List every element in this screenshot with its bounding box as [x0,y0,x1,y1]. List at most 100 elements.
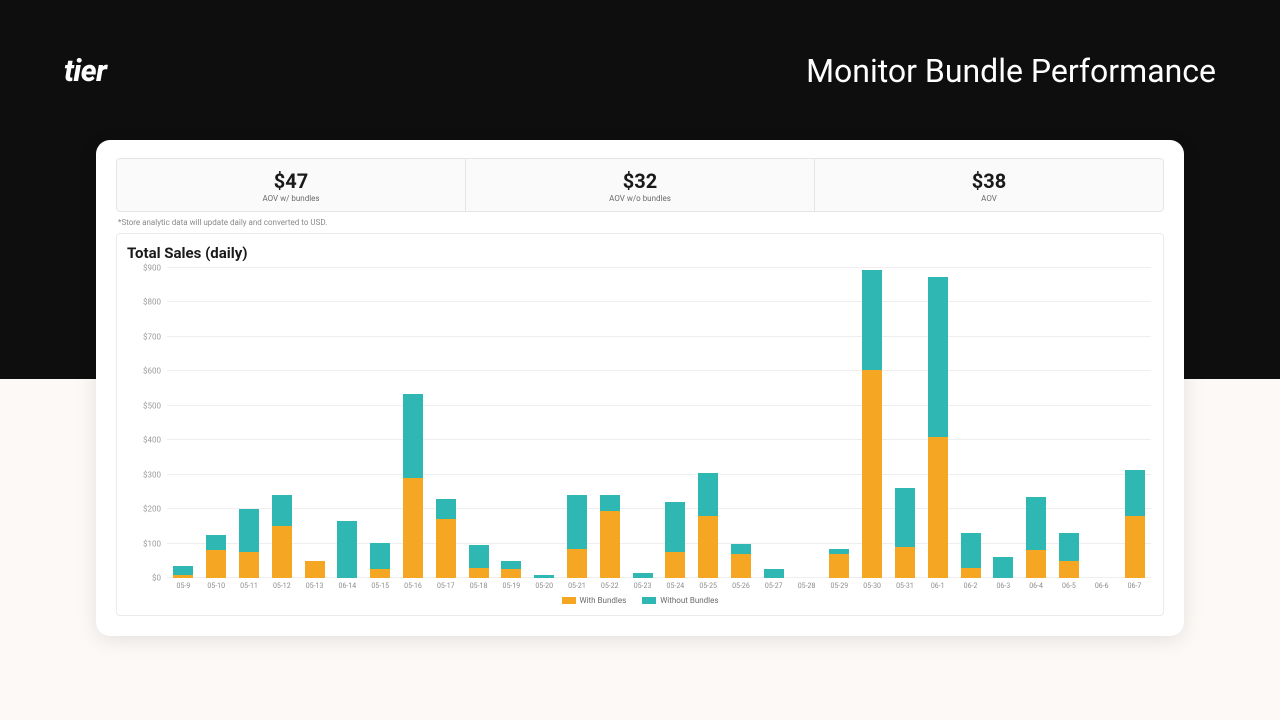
bar-segment-without-bundles [272,495,292,526]
bar-stack [993,557,1013,578]
bar-segment-with-bundles [895,547,915,578]
x-axis-labels: 05-905-1005-1105-1205-1306-1405-1505-160… [167,582,1151,590]
y-tick-label: $800 [143,298,167,307]
bar-slot [462,268,495,578]
bar-segment-with-bundles [501,569,521,578]
bar-slot [397,268,430,578]
bar-segment-without-bundles [370,543,390,570]
x-tick-label: 05-23 [626,582,659,590]
bar-stack [206,535,226,578]
x-tick-label: 06-6 [1085,582,1118,590]
x-tick-label: 05-15 [364,582,397,590]
bar-slot [856,268,889,578]
bar-stack [928,277,948,578]
y-tick-label: $0 [152,574,167,583]
bar-slot [692,268,725,578]
bar-segment-with-bundles [239,552,259,578]
x-tick-label: 05-20 [528,582,561,590]
metrics-row: $47 AOV w/ bundles $32 AOV w/o bundles $… [116,158,1164,212]
bar-slot [757,268,790,578]
x-tick-label: 06-2 [954,582,987,590]
bar-stack [403,394,423,578]
chart-title: Total Sales (daily) [127,244,1157,262]
bar-segment-without-bundles [731,544,751,554]
metric-value: $38 [821,169,1157,193]
legend-item-with-bundles: With Bundles [562,596,627,605]
bar-slot [725,268,758,578]
bar-stack [173,566,193,578]
x-tick-label: 05-30 [856,582,889,590]
bar-segment-with-bundles [698,516,718,578]
bar-segment-without-bundles [764,569,784,578]
bar-slot [1020,268,1053,578]
bar-slot [659,268,692,578]
bar-slot [921,268,954,578]
x-tick-label: 05-21 [561,582,594,590]
header-row: tier Monitor Bundle Performance [64,52,1216,90]
x-tick-label: 05-22 [593,582,626,590]
bar-segment-without-bundles [928,277,948,437]
y-tick-label: $300 [143,470,167,479]
bar-slot [265,268,298,578]
x-tick-label: 05-19 [495,582,528,590]
x-tick-label: 05-17 [429,582,462,590]
chart-plot: $0$100$200$300$400$500$600$700$800$900 [167,268,1151,578]
x-tick-label: 06-5 [1053,582,1086,590]
x-tick-label: 05-24 [659,582,692,590]
bar-segment-with-bundles [370,569,390,578]
legend-item-without-bundles: Without Bundles [642,596,718,605]
x-tick-label: 05-16 [397,582,430,590]
bar-slot [954,268,987,578]
x-tick-label: 05-28 [790,582,823,590]
x-tick-label: 05-29 [823,582,856,590]
logo: tier [64,54,106,89]
bar-segment-with-bundles [1125,516,1145,578]
bar-slot [823,268,856,578]
metric-label: AOV [821,194,1157,203]
bar-segment-without-bundles [665,502,685,552]
bar-stack [895,488,915,578]
legend-label: With Bundles [580,596,627,605]
bar-segment-with-bundles [206,550,226,578]
bar-slot [987,268,1020,578]
bar-slot [561,268,594,578]
bar-stack [337,521,357,578]
bar-segment-with-bundles [469,568,489,578]
bar-stack [764,569,784,578]
metric-aov-without-bundles: $32 AOV w/o bundles [466,159,815,211]
metric-aov: $38 AOV [815,159,1163,211]
x-tick-label: 06-14 [331,582,364,590]
y-tick-label: $500 [143,401,167,410]
bar-segment-without-bundles [698,473,718,516]
bar-slot [233,268,266,578]
bar-segment-with-bundles [862,370,882,578]
bar-segment-with-bundles [403,478,423,578]
bar-segment-with-bundles [173,575,193,578]
bar-segment-without-bundles [862,270,882,370]
bar-segment-without-bundles [1125,470,1145,517]
bars-row [167,268,1151,578]
bar-segment-with-bundles [731,554,751,578]
bar-segment-without-bundles [501,561,521,570]
bar-segment-with-bundles [829,554,849,578]
footnote: *Store analytic data will update daily a… [118,218,1164,227]
bar-segment-without-bundles [895,488,915,547]
metric-value: $32 [472,169,808,193]
x-tick-label: 05-9 [167,582,200,590]
bar-segment-without-bundles [469,545,489,567]
bar-stack [731,544,751,578]
y-tick-label: $100 [143,539,167,548]
metric-label: AOV w/ bundles [123,194,459,203]
bar-segment-without-bundles [1026,497,1046,550]
bar-segment-with-bundles [567,549,587,578]
bar-segment-without-bundles [961,533,981,567]
bar-slot [167,268,200,578]
bar-slot [495,268,528,578]
metric-label: AOV w/o bundles [472,194,808,203]
bar-slot [593,268,626,578]
bar-segment-without-bundles [337,521,357,578]
page-title: Monitor Bundle Performance [806,52,1216,90]
y-tick-label: $400 [143,436,167,445]
legend-swatch-icon [562,597,576,604]
bar-stack [436,499,456,578]
